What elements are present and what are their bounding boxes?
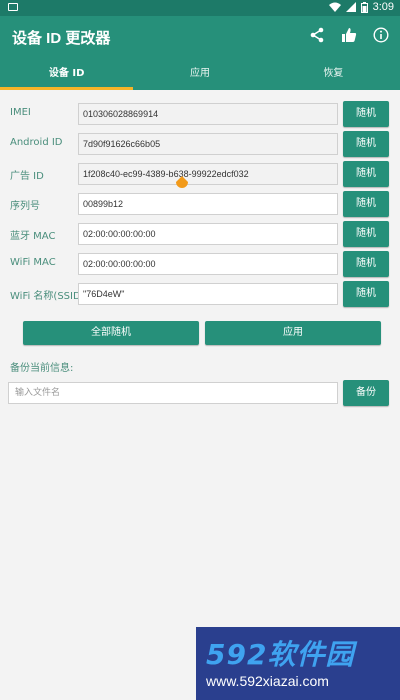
apply-button[interactable]: 应用 [205, 321, 381, 345]
serial-field[interactable]: 00899b12 [78, 193, 338, 215]
field-row-ad-id: 广告 ID 1f208c40-ec99-4389-b638-99922edcf0… [0, 160, 400, 188]
bluetooth-mac-random-button[interactable]: 随机 [343, 221, 389, 247]
ad-id-label: 广告 ID [10, 171, 44, 182]
bluetooth-mac-field[interactable]: 02:00:00:00:00:00 [78, 223, 338, 245]
random-all-button[interactable]: 全部随机 [23, 321, 199, 345]
share-icon[interactable] [308, 26, 326, 44]
battery-icon [360, 1, 368, 13]
app-bar: 设备 ID 更改器 [0, 16, 400, 60]
wifi-ssid-label: WiFi 名称(SSID) [10, 291, 85, 302]
notification-icon [8, 3, 18, 11]
field-row-bluetooth-mac: 蓝牙 MAC 02:00:00:00:00:00 随机 [0, 220, 400, 248]
android-id-field[interactable]: 7d90f91626c66b05 [78, 133, 338, 155]
imei-field[interactable]: 010306028869914 [78, 103, 338, 125]
tab-apps[interactable]: 应用 [133, 60, 266, 90]
tab-device-id[interactable]: 设备 ID [0, 60, 134, 90]
android-id-label: Android ID [10, 137, 63, 148]
wifi-ssid-random-button[interactable]: 随机 [343, 281, 389, 307]
status-time: 3:09 [372, 1, 394, 13]
field-row-wifi-ssid: WiFi 名称(SSID) "76D4eW" 随机 [0, 280, 400, 308]
info-icon[interactable] [372, 26, 390, 44]
field-row-wifi-mac: WiFi MAC 02:00:00:00:00:00 随机 [0, 250, 400, 278]
wifi-ssid-field[interactable]: "76D4eW" [78, 283, 338, 305]
bluetooth-mac-label: 蓝牙 MAC [10, 231, 56, 242]
android-id-random-button[interactable]: 随机 [343, 131, 389, 157]
app-title: 设备 ID 更改器 [12, 30, 111, 47]
serial-random-button[interactable]: 随机 [343, 191, 389, 217]
wifi-mac-field[interactable]: 02:00:00:00:00:00 [78, 253, 338, 275]
signal-icon [345, 2, 356, 12]
wifi-mac-label: WiFi MAC [10, 257, 56, 268]
backup-button[interactable]: 备份 [343, 380, 389, 406]
tab-bar: 设备 ID 应用 恢复 [0, 60, 400, 90]
tab-restore[interactable]: 恢复 [267, 60, 400, 90]
field-row-android-id: Android ID 7d90f91626c66b05 随机 [0, 130, 400, 158]
imei-label: IMEI [10, 107, 31, 118]
ad-id-field[interactable]: 1f208c40-ec99-4389-b638-99922edcf032 [78, 163, 338, 185]
field-row-imei: IMEI 010306028869914 随机 [0, 100, 400, 128]
device-id-panel: IMEI 010306028869914 随机 Android ID 7d90f… [0, 90, 400, 700]
wifi-icon [328, 2, 341, 12]
watermark-logo: 592软件园 www.592xiazai.com [196, 627, 400, 700]
status-bar: 3:09 [0, 0, 400, 16]
serial-label: 序列号 [10, 201, 40, 212]
filename-input[interactable]: 输入文件名 [8, 382, 338, 404]
field-row-serial: 序列号 00899b12 随机 [0, 190, 400, 218]
thumbs-up-icon[interactable] [340, 26, 358, 44]
backup-label: 备份当前信息: [10, 363, 74, 374]
watermark-url: www.592xiazai.com [206, 673, 329, 689]
text-cursor-handle-icon[interactable] [176, 176, 188, 188]
wifi-mac-random-button[interactable]: 随机 [343, 251, 389, 277]
imei-random-button[interactable]: 随机 [343, 101, 389, 127]
watermark-brand: 592软件园 [206, 638, 355, 671]
ad-id-random-button[interactable]: 随机 [343, 161, 389, 187]
